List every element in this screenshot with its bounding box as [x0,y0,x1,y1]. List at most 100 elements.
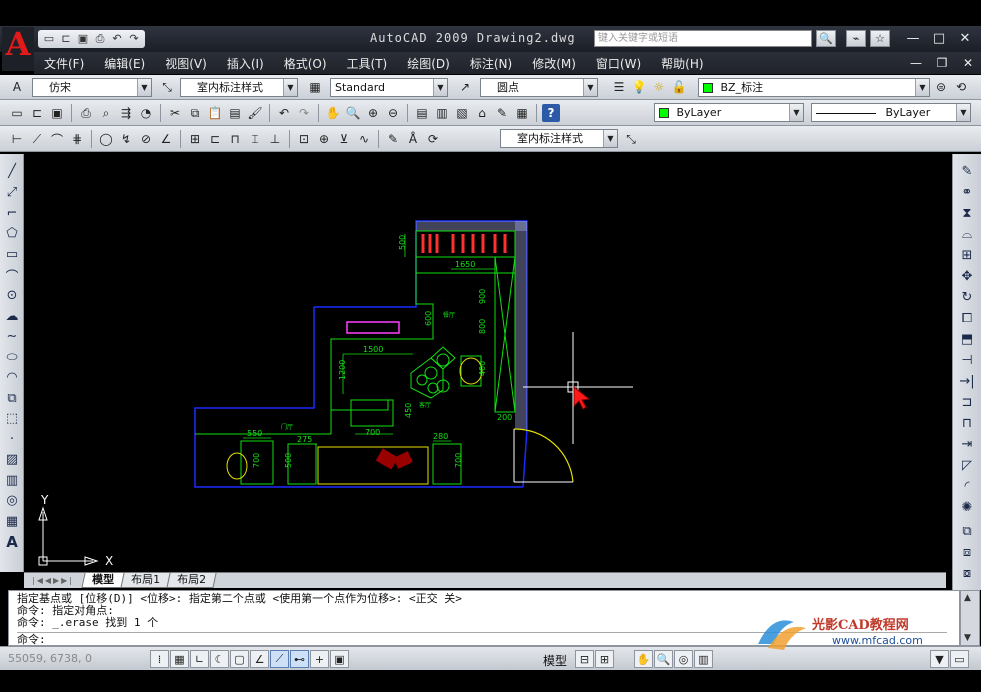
table-icon[interactable]: ▦ [2,512,22,531]
scroll-down-icon[interactable]: ▼ [964,633,971,643]
offset-icon[interactable]: ⌓ [957,225,977,244]
dynamic-input-button[interactable]: ⊷ [290,650,309,668]
diameter-dim-icon[interactable]: ⊘ [137,130,155,148]
erase-icon[interactable]: ✎ [957,162,977,181]
table-style-select[interactable]: Standard ▼ [330,78,448,97]
zoom-previous-icon[interactable]: ⊖ [384,104,402,122]
move-icon[interactable]: ✥ [957,267,977,286]
dim-style-select[interactable]: 室内标注样式 ▼ [180,78,298,97]
mirror-icon[interactable]: ⧗ [957,204,977,223]
publish-icon[interactable]: ⇶ [117,104,135,122]
menu-item-0[interactable]: 文件(F) [34,55,94,72]
dim-edit-icon[interactable]: ✎ [384,130,402,148]
3d-dwf-icon[interactable]: ◔ [137,104,155,122]
menu-item-3[interactable]: 插入(I) [217,55,274,72]
subscription-icon[interactable]: ⌁ [846,30,866,47]
doc-close-button[interactable]: ✕ [955,52,981,74]
quick-dim-icon[interactable]: ⊞ [186,130,204,148]
polyline-icon[interactable]: ⌐ [2,204,22,223]
zoom-window-icon[interactable]: ⊕ [364,104,382,122]
menu-item-1[interactable]: 编辑(E) [94,55,155,72]
make-block-icon[interactable]: ⬚ [2,409,22,428]
pan-icon[interactable]: ✋ [324,104,342,122]
menu-item-5[interactable]: 工具(T) [337,55,398,72]
scale-icon[interactable]: ⧠ [957,309,977,328]
tab-layout1[interactable]: 布局1 [120,573,171,588]
menu-item-10[interactable]: 帮助(H) [651,55,713,72]
tolerance-icon[interactable]: ⊡ [295,130,313,148]
help-search-input[interactable]: 键入关键字或短语 [594,30,812,47]
layer-freeze-sun-icon[interactable]: ☼ [650,78,668,96]
continue-dim-icon[interactable]: ⊓ [226,130,244,148]
construction-line-icon[interactable]: ⤢ [2,183,22,202]
center-mark-icon[interactable]: ⊕ [315,130,333,148]
draw-order-back-icon[interactable]: ⧈ [957,543,977,562]
line-icon[interactable]: ╱ [2,162,22,181]
dim-toolbar-style-select[interactable]: 室内标注样式 ▼ [500,129,618,148]
zoom-realtime-icon[interactable]: 🔍 [344,104,362,122]
trim-icon[interactable]: ⊣ [957,351,977,370]
open-file-icon[interactable]: ⊏ [59,32,73,46]
cut-icon[interactable]: ✂ [166,104,184,122]
dim-style-manager-icon[interactable]: ⤡ [622,130,640,148]
angular-dim-icon[interactable]: ∠ [157,130,175,148]
scroll-up-icon[interactable]: ▲ [964,593,971,603]
object-snap-button[interactable]: ▢ [230,650,249,668]
multiline-text-icon[interactable]: A [2,532,22,551]
markup-icon[interactable]: ✎ [493,104,511,122]
save-icon[interactable]: ▣ [76,32,90,46]
linetype-select[interactable]: ByLayer ▼ [811,103,971,122]
tool-palettes-icon[interactable]: ▧ [453,104,471,122]
multileader-style-select[interactable]: 圆点 ▼ [480,78,598,97]
circle-icon[interactable]: ⊙ [2,286,22,305]
layer-manager-icon[interactable]: ☰ [610,78,628,96]
ellipse-icon[interactable]: ⬭ [2,348,22,367]
autocad-logo[interactable]: A [2,27,34,71]
hatch-icon[interactable]: ▨ [2,450,22,469]
layer-select[interactable]: BZ_标注 ▼ [698,78,930,97]
layer-previous-icon[interactable]: ⟲ [952,78,970,96]
redo-icon[interactable]: ↷ [127,32,141,46]
menu-item-9[interactable]: 窗口(W) [586,55,651,72]
dynamic-ucs-button[interactable]: ⟋ [270,650,289,668]
undo-icon[interactable]: ↶ [275,104,293,122]
doc-minimize-button[interactable]: — [903,52,929,74]
explode-icon[interactable]: ✺ [957,498,977,517]
maximize-app-button[interactable]: □ [929,31,949,47]
polar-tracking-button[interactable]: ☾ [210,650,229,668]
object-snap-tracking-button[interactable]: ∠ [250,650,269,668]
baseline-dim-icon[interactable]: ⊏ [206,130,224,148]
close-app-button[interactable]: ✕ [955,31,975,47]
array-icon[interactable]: ⊞ [957,246,977,265]
grid-display-button[interactable]: ▦ [170,650,189,668]
showmotion-icon[interactable]: ▥ [694,650,713,668]
dim-update-icon[interactable]: ⟳ [424,130,442,148]
design-center-icon[interactable]: ▥ [433,104,451,122]
menu-item-7[interactable]: 标注(N) [460,55,522,72]
ortho-mode-button[interactable]: ∟ [190,650,209,668]
paste-block-icon[interactable]: ▤ [226,104,244,122]
properties-icon[interactable]: ▤ [413,104,431,122]
menu-item-6[interactable]: 绘图(D) [397,55,460,72]
dim-break-icon[interactable]: ⊥ [266,130,284,148]
quickcalc-icon[interactable]: ▦ [513,104,531,122]
dim-text-edit-icon[interactable]: Å [404,130,422,148]
linear-dim-icon[interactable]: ⊢ [8,130,26,148]
print-icon[interactable]: ⎙ [77,104,95,122]
pan-status-icon[interactable]: ✋ [634,650,653,668]
extend-icon[interactable]: →| [957,372,977,391]
save-icon[interactable]: ▣ [48,104,66,122]
tab-model[interactable]: 模型 [81,573,125,588]
insert-block-icon[interactable]: ⧉ [2,389,22,408]
arc-length-icon[interactable]: ⌒ [48,130,66,148]
color-select[interactable]: ByLayer ▼ [654,103,804,122]
menu-item-2[interactable]: 视图(V) [155,55,217,72]
inspection-icon[interactable]: ⊻ [335,130,353,148]
quick-view-drawings-button[interactable]: ⊞ [595,650,614,668]
point-icon[interactable]: · [2,430,22,449]
snap-mode-button[interactable]: ⁞ [150,650,169,668]
sheet-set-icon[interactable]: ⌂ [473,104,491,122]
redo-icon[interactable]: ↷ [295,104,313,122]
paste-icon[interactable]: 📋 [206,104,224,122]
undo-icon[interactable]: ↶ [110,32,124,46]
